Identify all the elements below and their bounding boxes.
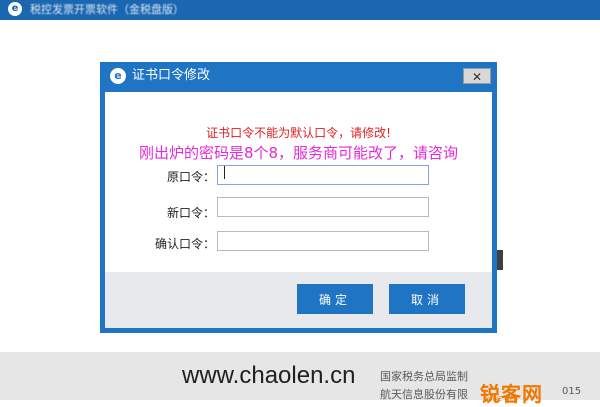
scrollbar-thumb[interactable] — [497, 250, 503, 270]
app-window-controls[interactable] — [550, 4, 590, 16]
dialog-content: 证书口令不能为默认口令，请修改! 刚出炉的密码是8个8，服务商可能改了，请咨询 … — [105, 92, 492, 328]
password-change-dialog: e 证书口令修改 ✕ 证书口令不能为默认口令，请修改! 刚出炉的密码是8个8，服… — [100, 62, 497, 333]
text-caret — [224, 166, 225, 179]
new-password-input[interactable] — [217, 197, 429, 217]
footer-supervisor: 国家税务总局监制 — [380, 370, 468, 383]
app-logo-icon: e — [8, 2, 22, 16]
dialog-titlebar[interactable]: e 证书口令修改 ✕ — [100, 62, 497, 90]
close-icon[interactable]: ✕ — [463, 68, 491, 84]
old-password-input[interactable] — [217, 165, 429, 185]
app-titlebar: e 税控发票开票软件（金税盘版） — [0, 0, 600, 20]
confirm-password-label: 确认口令： — [154, 237, 215, 251]
dialog-title: 证书口令修改 — [132, 68, 211, 83]
error-message: 证书口令不能为默认口令，请修改! — [206, 126, 391, 140]
dialog-footer: 确定 取消 — [105, 272, 492, 328]
cancel-button[interactable]: 取消 — [389, 284, 465, 314]
annotation-text: 刚出炉的密码是8个8，服务商可能改了，请咨询 — [138, 144, 459, 162]
new-password-label: 新口令： — [166, 206, 215, 220]
footer-site: www.chaolen.cn — [182, 362, 356, 389]
footer-year: 015 — [562, 386, 582, 397]
confirm-password-input[interactable] — [217, 231, 429, 251]
app-logo-icon: e — [110, 68, 126, 84]
app-title: 税控发票开票软件（金税盘版） — [30, 3, 184, 16]
old-password-label: 原口令： — [166, 170, 215, 184]
ok-button[interactable]: 确定 — [297, 284, 373, 314]
